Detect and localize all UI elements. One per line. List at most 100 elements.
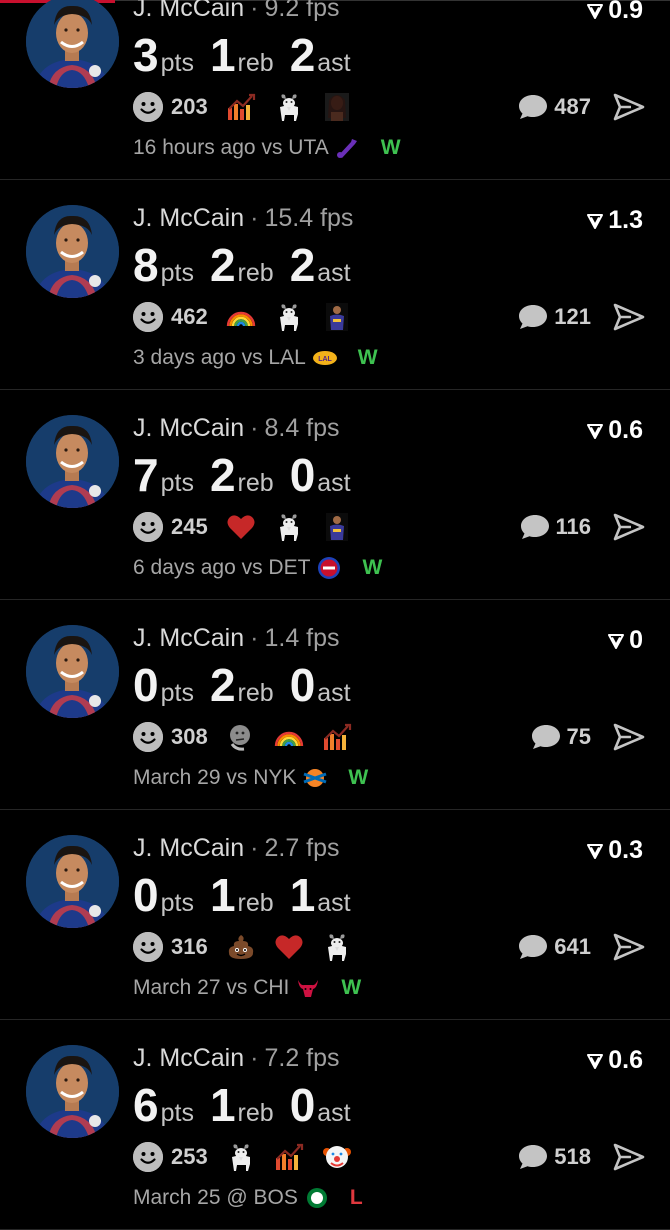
- player-line: J. McCain · 9.2 fps: [133, 0, 340, 23]
- fantasy-points: 15.4 fps: [264, 204, 354, 232]
- game-result: W: [348, 766, 369, 789]
- reaction-emojis: [226, 722, 370, 752]
- person-photo-icon[interactable]: [322, 92, 352, 122]
- trend-arrow-icon: [608, 633, 625, 649]
- stat-unit: ast: [317, 679, 351, 707]
- share-arrow-icon[interactable]: [613, 513, 645, 541]
- react-smiley-icon[interactable]: [133, 92, 163, 122]
- player-photo-icon[interactable]: [322, 302, 352, 332]
- stat-ast: 0 ast: [290, 448, 351, 502]
- stat-pts: 3 pts: [133, 28, 194, 82]
- goat-icon[interactable]: [226, 1142, 256, 1172]
- reaction-row: 253 518: [133, 1142, 645, 1172]
- stat-unit: ast: [317, 889, 351, 917]
- comments-button[interactable]: 641: [518, 934, 591, 960]
- opponent[interactable]: vs UTA: [261, 136, 328, 160]
- player-headshot-icon: [26, 415, 119, 508]
- opponent[interactable]: vs CHI: [226, 976, 289, 1000]
- react-smiley-icon[interactable]: [133, 722, 163, 752]
- stat-ast: 2 ast: [290, 238, 351, 292]
- share-arrow-icon[interactable]: [613, 933, 645, 961]
- game-card[interactable]: J. McCain · 1.4 fps 0 0 pts 2 reb 0 ast 308 75 …: [0, 600, 670, 810]
- react-smiley-icon[interactable]: [133, 512, 163, 542]
- rainbow-icon[interactable]: [274, 722, 304, 752]
- react-smiley-icon[interactable]: [133, 932, 163, 962]
- stat-unit: ast: [317, 259, 351, 287]
- comment-bubble-icon: [531, 725, 560, 749]
- reaction-emojis: [226, 302, 370, 332]
- heart-icon[interactable]: [274, 932, 304, 962]
- stat-value: 1: [289, 869, 316, 921]
- stat-unit: reb: [237, 889, 274, 917]
- player-photo-icon[interactable]: [322, 512, 352, 542]
- stat-value: 1: [209, 869, 236, 921]
- trend-arrow-icon: [587, 423, 604, 439]
- comments-button[interactable]: 487: [518, 94, 591, 120]
- game-result: L: [349, 1186, 363, 1209]
- game-feed[interactable]: J. McCain · 9.2 fps 0.9 3 pts 1 reb 2 ast 203 4…: [0, 0, 670, 1230]
- game-card[interactable]: J. McCain · 9.2 fps 0.9 3 pts 1 reb 2 ast 203 4…: [0, 0, 670, 180]
- share-arrow-icon[interactable]: [613, 303, 645, 331]
- game-card[interactable]: J. McCain · 2.7 fps 0.3 0 pts 1 reb 1 ast 316 6…: [0, 810, 670, 1020]
- rainbow-icon[interactable]: [226, 302, 256, 332]
- stat-unit: ast: [317, 469, 351, 497]
- heart-icon[interactable]: [226, 512, 256, 542]
- player-name[interactable]: J. McCain: [133, 414, 244, 442]
- stat-value: 1: [209, 1079, 236, 1131]
- comments-button[interactable]: 75: [531, 724, 591, 750]
- game-card[interactable]: J. McCain · 15.4 fps 1.3 8 pts 2 reb 2 ast 462 …: [0, 180, 670, 390]
- stat-pts: 7 pts: [133, 448, 194, 502]
- trend-arrow-icon: [587, 1053, 604, 1069]
- opponent[interactable]: vs DET: [242, 556, 311, 580]
- avatar[interactable]: [26, 0, 119, 88]
- comments-button[interactable]: 518: [518, 1144, 591, 1170]
- stat-value: 0: [133, 659, 159, 711]
- fire-chart-icon[interactable]: [274, 1142, 304, 1172]
- game-card[interactable]: J. McCain · 8.4 fps 0.6 7 pts 2 reb 0 ast 245 1…: [0, 390, 670, 600]
- thinking-face-icon[interactable]: [226, 722, 256, 752]
- comments-button[interactable]: 121: [518, 304, 591, 330]
- stat-value: 0: [289, 449, 316, 501]
- avatar[interactable]: [26, 1045, 119, 1138]
- trend-score: 0.9: [587, 0, 643, 25]
- fantasy-points: 1.4 fps: [264, 624, 340, 652]
- poop-icon[interactable]: [226, 932, 256, 962]
- player-name[interactable]: J. McCain: [133, 834, 244, 862]
- react-smiley-icon[interactable]: [133, 1142, 163, 1172]
- comment-bubble-icon: [520, 515, 549, 539]
- reaction-row: 462 121: [133, 302, 645, 332]
- opponent[interactable]: @ BOS: [226, 1186, 298, 1210]
- goat-icon[interactable]: [274, 92, 304, 122]
- share-arrow-icon[interactable]: [613, 1143, 645, 1171]
- stat-unit: reb: [237, 49, 274, 77]
- stat-reb: 1 reb: [210, 1078, 274, 1132]
- player-name[interactable]: J. McCain: [133, 0, 244, 22]
- stat-line: 3 pts 1 reb 2 ast: [133, 28, 367, 82]
- share-arrow-icon[interactable]: [613, 93, 645, 121]
- opponent[interactable]: vs LAL: [242, 346, 306, 370]
- avatar[interactable]: [26, 625, 119, 718]
- react-smiley-icon[interactable]: [133, 302, 163, 332]
- avatar[interactable]: [26, 835, 119, 928]
- jazz-logo-icon: [335, 136, 361, 160]
- comments-button[interactable]: 116: [520, 514, 591, 540]
- stat-value: 2: [209, 239, 236, 291]
- player-name[interactable]: J. McCain: [133, 624, 244, 652]
- goat-icon[interactable]: [274, 512, 304, 542]
- stat-value: 0: [289, 659, 316, 711]
- player-name[interactable]: J. McCain: [133, 204, 244, 232]
- player-name[interactable]: J. McCain: [133, 1044, 244, 1072]
- reaction-count: 245: [171, 514, 208, 539]
- clown-icon[interactable]: [322, 1142, 352, 1172]
- fire-chart-icon[interactable]: [226, 92, 256, 122]
- opponent[interactable]: vs NYK: [226, 766, 296, 790]
- lakers-logo-icon: LAL: [312, 346, 338, 370]
- stat-reb: 2 reb: [210, 658, 274, 712]
- share-arrow-icon[interactable]: [613, 723, 645, 751]
- goat-icon[interactable]: [274, 302, 304, 332]
- avatar[interactable]: [26, 205, 119, 298]
- goat-icon[interactable]: [322, 932, 352, 962]
- fire-chart-icon[interactable]: [322, 722, 352, 752]
- stat-value: 7: [133, 449, 159, 501]
- avatar[interactable]: [26, 415, 119, 508]
